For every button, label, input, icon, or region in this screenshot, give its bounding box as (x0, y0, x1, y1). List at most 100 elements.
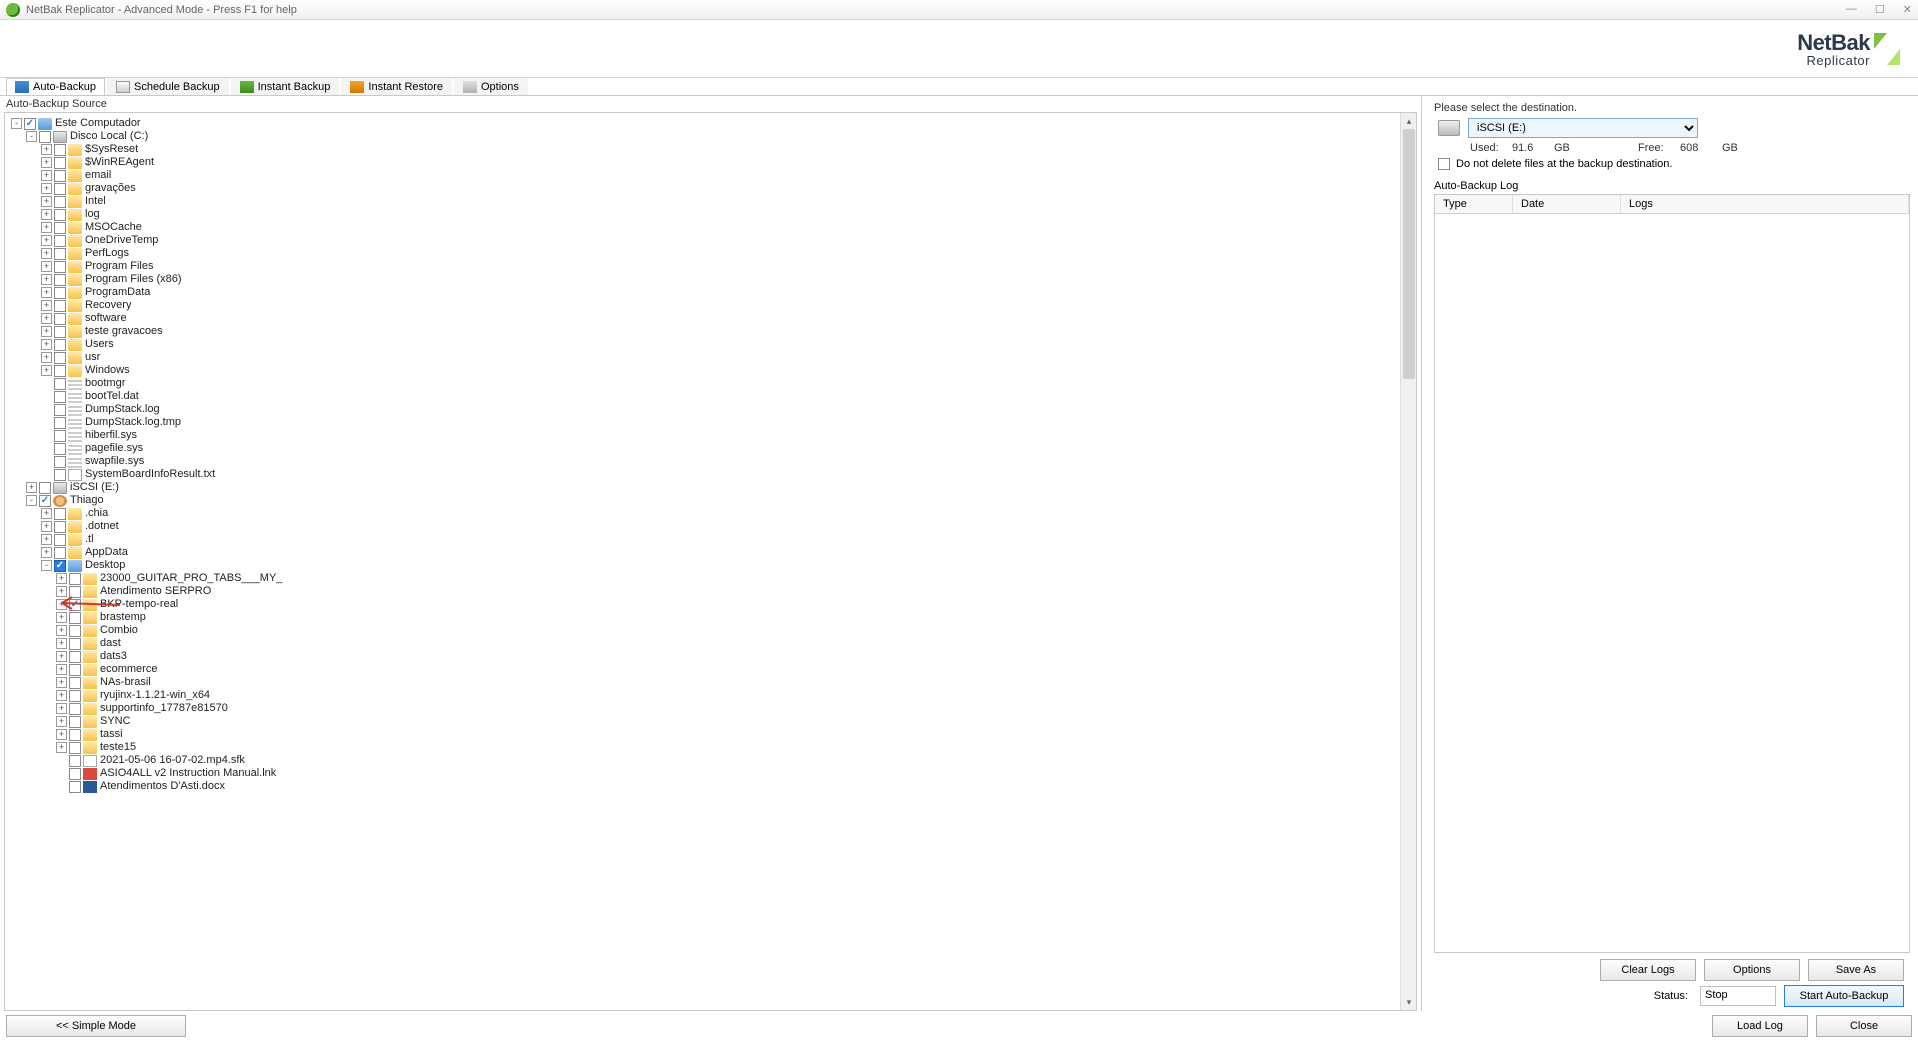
expand-icon[interactable]: + (41, 339, 52, 350)
tree-node[interactable]: +Recovery (7, 299, 1414, 312)
expand-icon[interactable]: + (41, 183, 52, 194)
tree-checkbox[interactable] (69, 625, 81, 637)
expand-icon[interactable]: + (56, 599, 67, 610)
tree-node[interactable]: +ProgramData (7, 286, 1414, 299)
tree-checkbox[interactable] (54, 456, 66, 468)
tree-node[interactable]: +AppData (7, 546, 1414, 559)
tree-node[interactable]: +$SysReset (7, 143, 1414, 156)
tree-checkbox[interactable] (69, 573, 81, 585)
tree-checkbox[interactable] (54, 183, 66, 195)
tree-checkbox[interactable] (54, 196, 66, 208)
expand-icon[interactable]: + (56, 573, 67, 584)
tab-schedule-backup[interactable]: Schedule Backup (107, 78, 229, 95)
tree-checkbox[interactable] (54, 443, 66, 455)
expand-icon[interactable]: + (41, 352, 52, 363)
tree-node[interactable]: +software (7, 312, 1414, 325)
tree-node[interactable]: +NAs-brasil (7, 676, 1414, 689)
tree-node[interactable]: DumpStack.log (7, 403, 1414, 416)
options-button[interactable]: Options (1704, 959, 1800, 981)
expand-icon[interactable]: + (41, 248, 52, 259)
scroll-up-icon[interactable]: ▴ (1401, 113, 1417, 129)
expand-icon[interactable]: + (41, 144, 52, 155)
tree-checkbox[interactable] (69, 677, 81, 689)
tree-node[interactable]: +Users (7, 338, 1414, 351)
tree-checkbox[interactable] (69, 768, 81, 780)
tree-node[interactable]: +ryujinx-1.1.21-win_x64 (7, 689, 1414, 702)
tree-node[interactable]: +Program Files (x86) (7, 273, 1414, 286)
tree-checkbox[interactable] (69, 664, 81, 676)
expand-icon[interactable]: + (41, 157, 52, 168)
col-logs[interactable]: Logs (1621, 195, 1909, 213)
destination-select[interactable]: iSCSI (E:) (1468, 118, 1698, 138)
tree-node[interactable]: +.tl (7, 533, 1414, 546)
tree-node[interactable]: +Combio (7, 624, 1414, 637)
expand-icon[interactable]: + (41, 209, 52, 220)
tree-node[interactable]: +teste15 (7, 741, 1414, 754)
col-type[interactable]: Type (1435, 195, 1513, 213)
col-date[interactable]: Date (1513, 195, 1621, 213)
tree-node[interactable]: +Windows (7, 364, 1414, 377)
scroll-thumb[interactable] (1403, 129, 1415, 379)
tree-checkbox[interactable] (54, 209, 66, 221)
minimize-icon[interactable]: — (1846, 3, 1857, 16)
tree-checkbox[interactable] (54, 404, 66, 416)
tree-node[interactable]: swapfile.sys (7, 455, 1414, 468)
tree-checkbox[interactable] (69, 651, 81, 663)
expand-icon[interactable]: + (56, 742, 67, 753)
clear-logs-button[interactable]: Clear Logs (1600, 959, 1696, 981)
tree-checkbox[interactable] (54, 144, 66, 156)
tree-checkbox[interactable] (54, 313, 66, 325)
tree-checkbox[interactable] (54, 352, 66, 364)
expand-icon[interactable]: + (56, 677, 67, 688)
tree-checkbox[interactable] (54, 300, 66, 312)
tree-node[interactable]: +email (7, 169, 1414, 182)
tree-checkbox[interactable] (69, 742, 81, 754)
expand-icon[interactable]: + (41, 222, 52, 233)
tree-checkbox[interactable] (69, 586, 81, 598)
tree-checkbox[interactable] (69, 599, 81, 611)
tree-node[interactable]: 2021-05-06 16-07-02.mp4.sfk (7, 754, 1414, 767)
tree-node[interactable]: +log (7, 208, 1414, 221)
tree-checkbox[interactable] (54, 547, 66, 559)
expand-icon[interactable]: + (41, 274, 52, 285)
tree-checkbox[interactable] (54, 469, 66, 481)
tree-node[interactable]: +dats3 (7, 650, 1414, 663)
collapse-icon[interactable]: - (26, 131, 37, 142)
tree-checkbox[interactable] (69, 703, 81, 715)
tree-node[interactable]: +BKP-tempo-real (7, 598, 1414, 611)
tree-checkbox[interactable] (69, 638, 81, 650)
tree-node[interactable]: +Atendimento SERPRO (7, 585, 1414, 598)
tree-node[interactable]: +Program Files (7, 260, 1414, 273)
tree-checkbox[interactable] (54, 378, 66, 390)
tree-node[interactable]: +OneDriveTemp (7, 234, 1414, 247)
expand-icon[interactable]: + (56, 586, 67, 597)
simple-mode-button[interactable]: << Simple Mode (6, 1015, 186, 1037)
tree-checkbox[interactable] (54, 326, 66, 338)
tree-checkbox[interactable] (69, 781, 81, 793)
tree-checkbox[interactable] (69, 690, 81, 702)
tree-checkbox[interactable] (69, 716, 81, 728)
tree-checkbox[interactable] (54, 560, 66, 572)
tree-node[interactable]: +$WinREAgent (7, 156, 1414, 169)
tree-node[interactable]: +Intel (7, 195, 1414, 208)
collapse-icon[interactable]: - (26, 495, 37, 506)
tree-node[interactable]: bootTel.dat (7, 390, 1414, 403)
tree-checkbox[interactable] (54, 365, 66, 377)
tree-node[interactable]: -Desktop (7, 559, 1414, 572)
tree-node[interactable]: +dast (7, 637, 1414, 650)
expand-icon[interactable]: + (56, 716, 67, 727)
close-button[interactable]: Close (1816, 1015, 1912, 1037)
expand-icon[interactable]: + (56, 651, 67, 662)
tree-node[interactable]: +teste gravacoes (7, 325, 1414, 338)
tree-node[interactable]: +ecommerce (7, 663, 1414, 676)
expand-icon[interactable]: + (41, 261, 52, 272)
expand-icon[interactable]: + (41, 196, 52, 207)
tree-checkbox[interactable] (24, 118, 36, 130)
tree-node[interactable]: +tassi (7, 728, 1414, 741)
expand-icon[interactable]: + (41, 170, 52, 181)
tree-checkbox[interactable] (54, 430, 66, 442)
tree-checkbox[interactable] (54, 534, 66, 546)
expand-icon[interactable]: + (41, 365, 52, 376)
tree-node[interactable]: +brastemp (7, 611, 1414, 624)
tree-node[interactable]: +MSOCache (7, 221, 1414, 234)
